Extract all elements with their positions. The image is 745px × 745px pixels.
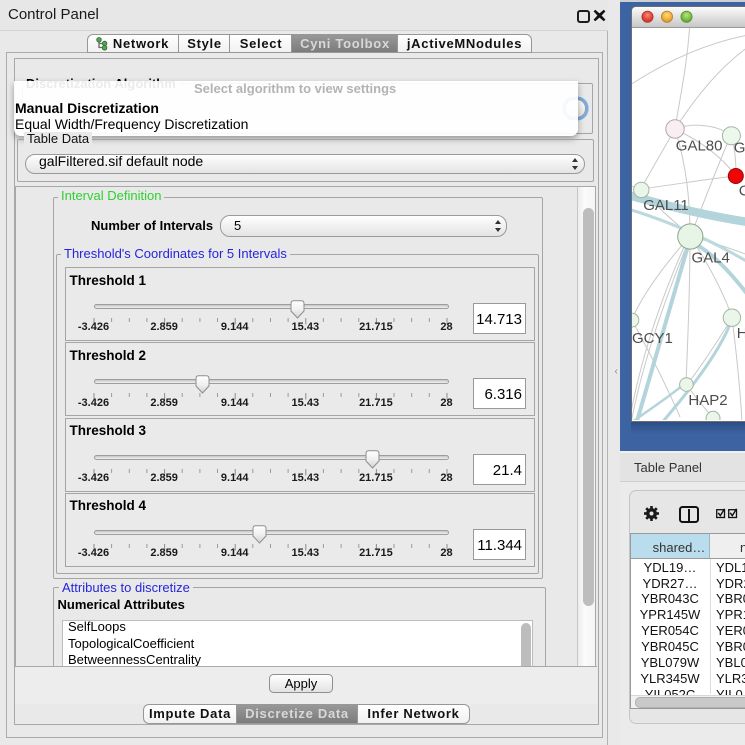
svg-text:GAL11: GAL11 bbox=[643, 197, 689, 214]
svg-text:C: C bbox=[739, 182, 745, 199]
svg-text:GCY1: GCY1 bbox=[632, 330, 673, 347]
svg-text:HAP2: HAP2 bbox=[688, 392, 727, 409]
svg-text:H: H bbox=[737, 325, 745, 342]
svg-text:GA: GA bbox=[734, 140, 745, 157]
svg-text:GAL80: GAL80 bbox=[676, 138, 723, 155]
svg-text:GAL4: GAL4 bbox=[692, 249, 730, 266]
